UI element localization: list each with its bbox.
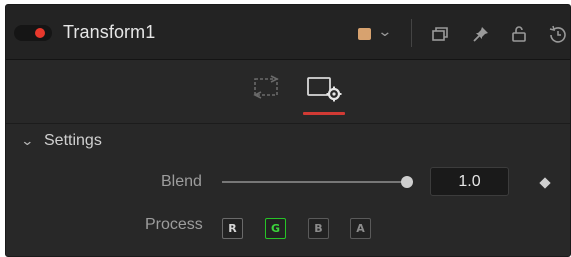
- settings-section-header[interactable]: ⌄ Settings: [20, 132, 102, 150]
- settings-tab-icon[interactable]: [306, 73, 342, 103]
- process-channel-g[interactable]: G: [265, 218, 286, 239]
- pin-icon[interactable]: [471, 24, 491, 44]
- section-label: Settings: [44, 132, 102, 149]
- inspector-tabs: [6, 61, 570, 124]
- keyframe-diamond-icon[interactable]: [539, 177, 551, 189]
- process-channel-a[interactable]: A: [350, 218, 371, 239]
- process-label: Process: [145, 216, 203, 233]
- lock-icon[interactable]: [509, 24, 529, 44]
- blend-value-input[interactable]: 1.0: [430, 167, 509, 196]
- transform-tab-icon[interactable]: [249, 73, 285, 103]
- blend-label: Blend: [161, 173, 202, 190]
- header-divider: [411, 19, 412, 47]
- process-channel-r[interactable]: R: [222, 218, 243, 239]
- blend-slider-handle[interactable]: [401, 176, 413, 188]
- color-swatch[interactable]: [358, 28, 371, 40]
- inspector-panel: Transform1 ⌄ ⌄ Settings Blend 1.0 Proces…: [5, 4, 571, 257]
- tile-windows-icon[interactable]: [430, 24, 450, 44]
- reset-icon[interactable]: [548, 24, 568, 44]
- blend-slider-track[interactable]: [222, 181, 406, 183]
- active-tab-indicator: [303, 112, 345, 115]
- tool-enable-toggle[interactable]: [14, 25, 52, 41]
- tool-header: Transform1 ⌄: [6, 5, 570, 60]
- chevron-down-icon[interactable]: ⌄: [377, 23, 392, 40]
- chevron-down-icon: ⌄: [20, 133, 35, 148]
- process-channel-b[interactable]: B: [308, 218, 329, 239]
- toggle-indicator: [35, 28, 45, 38]
- tool-title: Transform1: [63, 22, 156, 42]
